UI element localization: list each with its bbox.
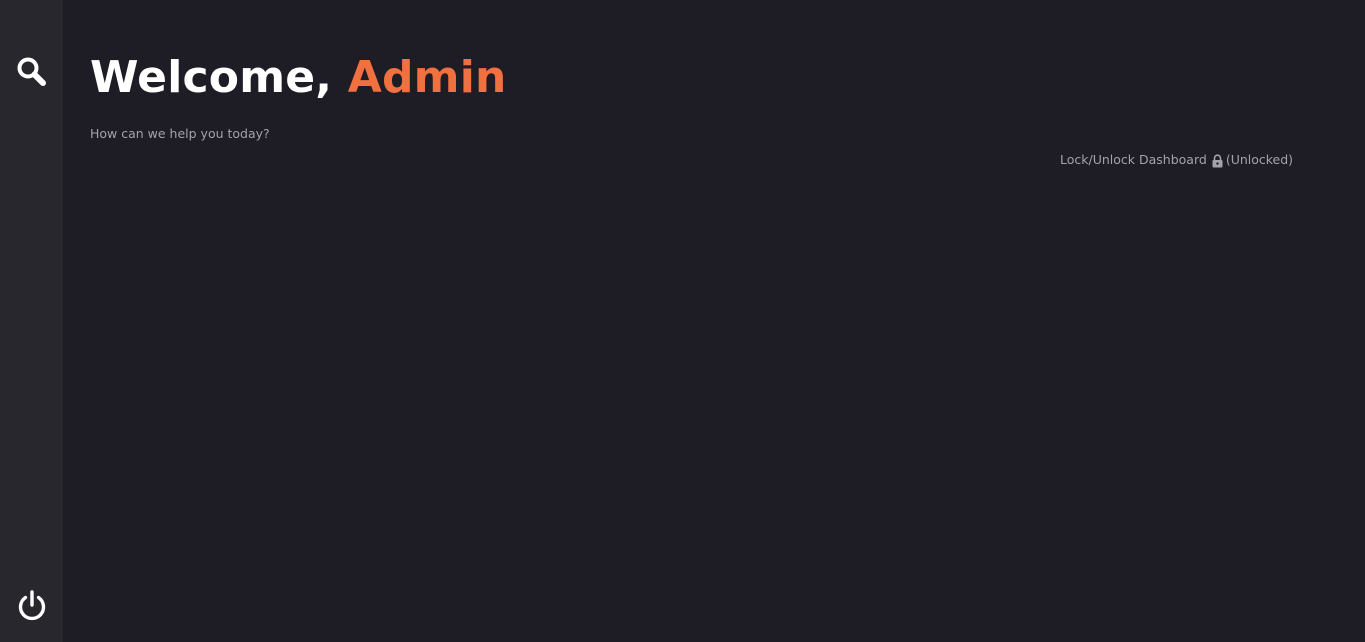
padlock-icon — [1212, 153, 1223, 168]
sidebar — [0, 0, 63, 642]
page-title: Welcome, Admin — [90, 50, 507, 106]
search-button[interactable] — [0, 44, 63, 100]
search-icon — [17, 57, 46, 86]
page-subtitle: How can we help you today? — [90, 126, 270, 141]
power-icon — [18, 590, 45, 621]
power-button[interactable] — [0, 577, 63, 633]
main-content: Welcome, Admin How can we help you today… — [63, 0, 1365, 642]
lock-label: Lock/Unlock Dashboard — [1060, 152, 1207, 167]
lock-state: (Unlocked) — [1225, 152, 1294, 167]
app-window: Welcome, Admin How can we help you today… — [0, 0, 1365, 642]
user-name: Admin — [347, 52, 507, 103]
lock-dashboard-toggle[interactable]: Lock/Unlock Dashboard (Unlocked) — [1060, 152, 1293, 167]
welcome-greeting: Welcome, — [90, 52, 348, 103]
